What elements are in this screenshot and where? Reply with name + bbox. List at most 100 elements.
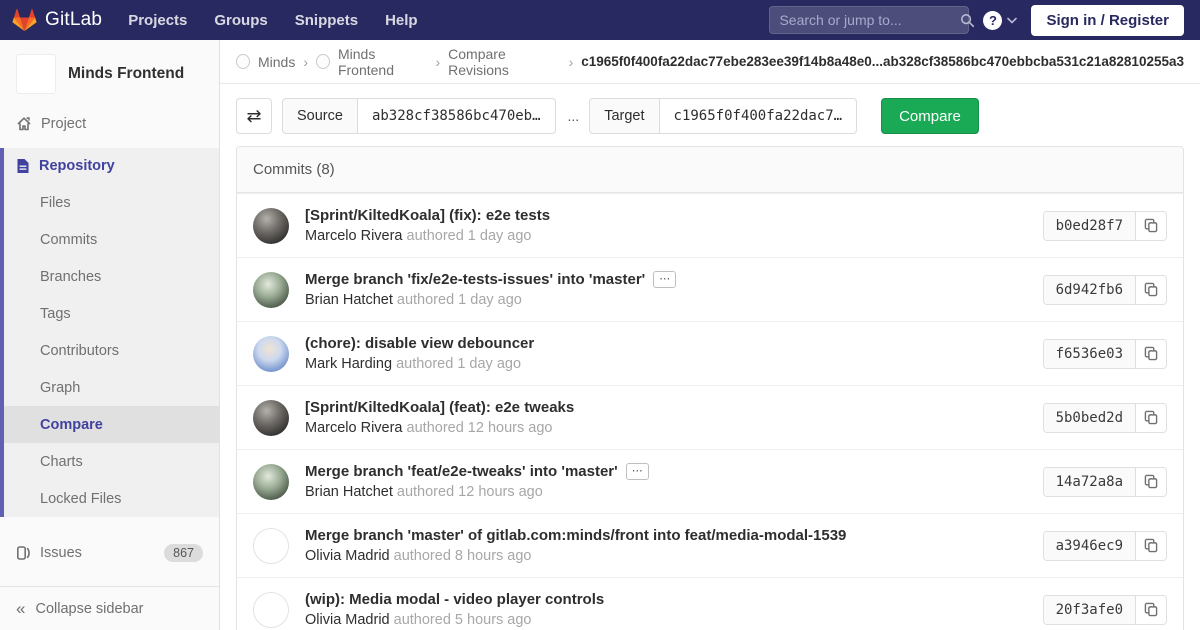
copy-sha-button[interactable] [1136, 340, 1166, 368]
gitlab-logo[interactable]: GitLab [12, 8, 102, 32]
commit-time: authored 12 hours ago [407, 420, 553, 436]
sidebar-item-tags[interactable]: Tags [4, 295, 219, 332]
commit-author[interactable]: Marcelo Rivera [305, 228, 403, 244]
avatar [253, 592, 289, 628]
compare-button[interactable]: Compare [881, 98, 979, 134]
commit-title[interactable]: [Sprint/KiltedKoala] (fix): e2e tests [305, 207, 550, 224]
sidebar-item-commits[interactable]: Commits [4, 221, 219, 258]
sidebar-item-charts[interactable]: Charts [4, 443, 219, 480]
copy-sha-button[interactable] [1136, 212, 1166, 240]
copy-sha-button[interactable] [1136, 404, 1166, 432]
sidebar-item-label: Repository [39, 158, 115, 174]
commit-time: authored 8 hours ago [394, 548, 532, 564]
sign-in-register-button[interactable]: Sign in / Register [1031, 5, 1184, 36]
commit-time: authored 12 hours ago [397, 484, 543, 500]
compare-form: ⇄ Source ab328cf38586bc470eb… ... Target… [236, 98, 1184, 134]
nav-groups[interactable]: Groups [214, 12, 267, 29]
collapse-sidebar-button[interactable]: « Collapse sidebar [0, 586, 219, 630]
expand-description-button[interactable]: ⋯ [653, 271, 676, 288]
sidebar-item-branches[interactable]: Branches [4, 258, 219, 295]
commit-row: Merge branch 'master' of gitlab.com:mind… [237, 513, 1183, 577]
commit-title[interactable]: (wip): Media modal - video player contro… [305, 591, 604, 608]
commit-author[interactable]: Brian Hatchet [305, 484, 393, 500]
copy-sha-button[interactable] [1136, 532, 1166, 560]
commit-info: (chore): disable view debouncer Mark Har… [305, 335, 1031, 372]
commit-sha[interactable]: f6536e03 [1044, 340, 1136, 368]
sidebar-item-issues[interactable]: Issues 867 [0, 535, 219, 571]
sidebar-item-repository[interactable]: Repository [4, 148, 219, 184]
commit-author[interactable]: Marcelo Rivera [305, 420, 403, 436]
breadcrumb: Minds › Minds Frontend › Compare Revisio… [220, 40, 1200, 84]
source-ref-dropdown[interactable]: ab328cf38586bc470eb… [358, 98, 556, 134]
search-input[interactable] [779, 12, 960, 28]
sidebar-item-project[interactable]: Project [0, 106, 219, 142]
copy-icon [1144, 538, 1158, 553]
commit-info: Merge branch 'fix/e2e-tests-issues' into… [305, 271, 1031, 308]
breadcrumb-minds-frontend[interactable]: Minds Frontend [338, 46, 428, 78]
commit-info: (wip): Media modal - video player contro… [305, 591, 1031, 628]
issues-count-badge: 867 [164, 544, 203, 562]
breadcrumb-minds[interactable]: Minds [258, 54, 295, 70]
target-label: Target [589, 98, 659, 134]
avatar [253, 464, 289, 500]
breadcrumb-separator: › [435, 54, 440, 70]
sidebar-item-compare[interactable]: Compare [4, 406, 219, 443]
sidebar-item-files[interactable]: Files [4, 184, 219, 221]
project-title: Minds Frontend [68, 65, 184, 83]
commit-title[interactable]: (chore): disable view debouncer [305, 335, 534, 352]
commit-author[interactable]: Brian Hatchet [305, 292, 393, 308]
range-separator: ... [568, 108, 580, 124]
commit-title[interactable]: [Sprint/KiltedKoala] (feat): e2e tweaks [305, 399, 574, 416]
search-box[interactable] [769, 6, 969, 34]
copy-sha-button[interactable] [1136, 596, 1166, 624]
copy-icon [1144, 282, 1158, 297]
commit-sha-group: a3946ec9 [1043, 531, 1167, 561]
commit-sha[interactable]: 20f3afe0 [1044, 596, 1136, 624]
navbar-right: ? Sign in / Register [769, 5, 1184, 36]
breadcrumb-group-avatar [236, 54, 250, 69]
nav-snippets[interactable]: Snippets [295, 12, 358, 29]
sidebar-item-label: Issues [40, 545, 82, 561]
commit-sha-group: f6536e03 [1043, 339, 1167, 369]
sidebar-project-header[interactable]: Minds Frontend [0, 40, 219, 106]
nav-help[interactable]: Help [385, 12, 418, 29]
breadcrumb-compare-revisions[interactable]: Compare Revisions [448, 46, 560, 78]
commit-title[interactable]: Merge branch 'feat/e2e-tweaks' into 'mas… [305, 463, 618, 480]
gitlab-wordmark: GitLab [45, 9, 102, 31]
copy-icon [1144, 218, 1158, 233]
commit-title[interactable]: Merge branch 'fix/e2e-tests-issues' into… [305, 271, 645, 288]
commit-sha[interactable]: b0ed28f7 [1044, 212, 1136, 240]
commit-sha[interactable]: 14a72a8a [1044, 468, 1136, 496]
commit-info: [Sprint/KiltedKoala] (fix): e2e tests Ma… [305, 207, 1031, 244]
commit-author[interactable]: Olivia Madrid [305, 612, 390, 628]
avatar [253, 528, 289, 564]
sidebar-item-locked-files[interactable]: Locked Files [4, 480, 219, 517]
expand-description-button[interactable]: ⋯ [626, 463, 649, 480]
commit-info: Merge branch 'feat/e2e-tweaks' into 'mas… [305, 463, 1031, 500]
collapse-sidebar-label: Collapse sidebar [35, 601, 143, 617]
commit-title[interactable]: Merge branch 'master' of gitlab.com:mind… [305, 527, 846, 544]
commit-sha-group: 5b0bed2d [1043, 403, 1167, 433]
avatar [253, 208, 289, 244]
sidebar-item-contributors[interactable]: Contributors [4, 332, 219, 369]
copy-sha-button[interactable] [1136, 468, 1166, 496]
copy-icon [1144, 346, 1158, 361]
sidebar-item-graph[interactable]: Graph [4, 369, 219, 406]
commit-author[interactable]: Olivia Madrid [305, 548, 390, 564]
nav-projects[interactable]: Projects [128, 12, 187, 29]
commit-row: Merge branch 'feat/e2e-tweaks' into 'mas… [237, 449, 1183, 513]
issues-icon [16, 545, 31, 561]
document-icon [16, 158, 30, 174]
target-ref-dropdown[interactable]: c1965f0f400fa22dac7… [660, 98, 858, 134]
collapse-chevron-icon: « [16, 600, 25, 617]
commit-author[interactable]: Mark Harding [305, 356, 392, 372]
help-menu[interactable]: ? [983, 11, 1017, 30]
commit-sha[interactable]: 6d942fb6 [1044, 276, 1136, 304]
commit-row: [Sprint/KiltedKoala] (fix): e2e tests Ma… [237, 193, 1183, 257]
swap-revisions-button[interactable]: ⇄ [236, 98, 272, 134]
commit-sha[interactable]: a3946ec9 [1044, 532, 1136, 560]
help-icon: ? [983, 11, 1002, 30]
copy-sha-button[interactable] [1136, 276, 1166, 304]
commit-sha[interactable]: 5b0bed2d [1044, 404, 1136, 432]
commit-row: (wip): Media modal - video player contro… [237, 577, 1183, 630]
